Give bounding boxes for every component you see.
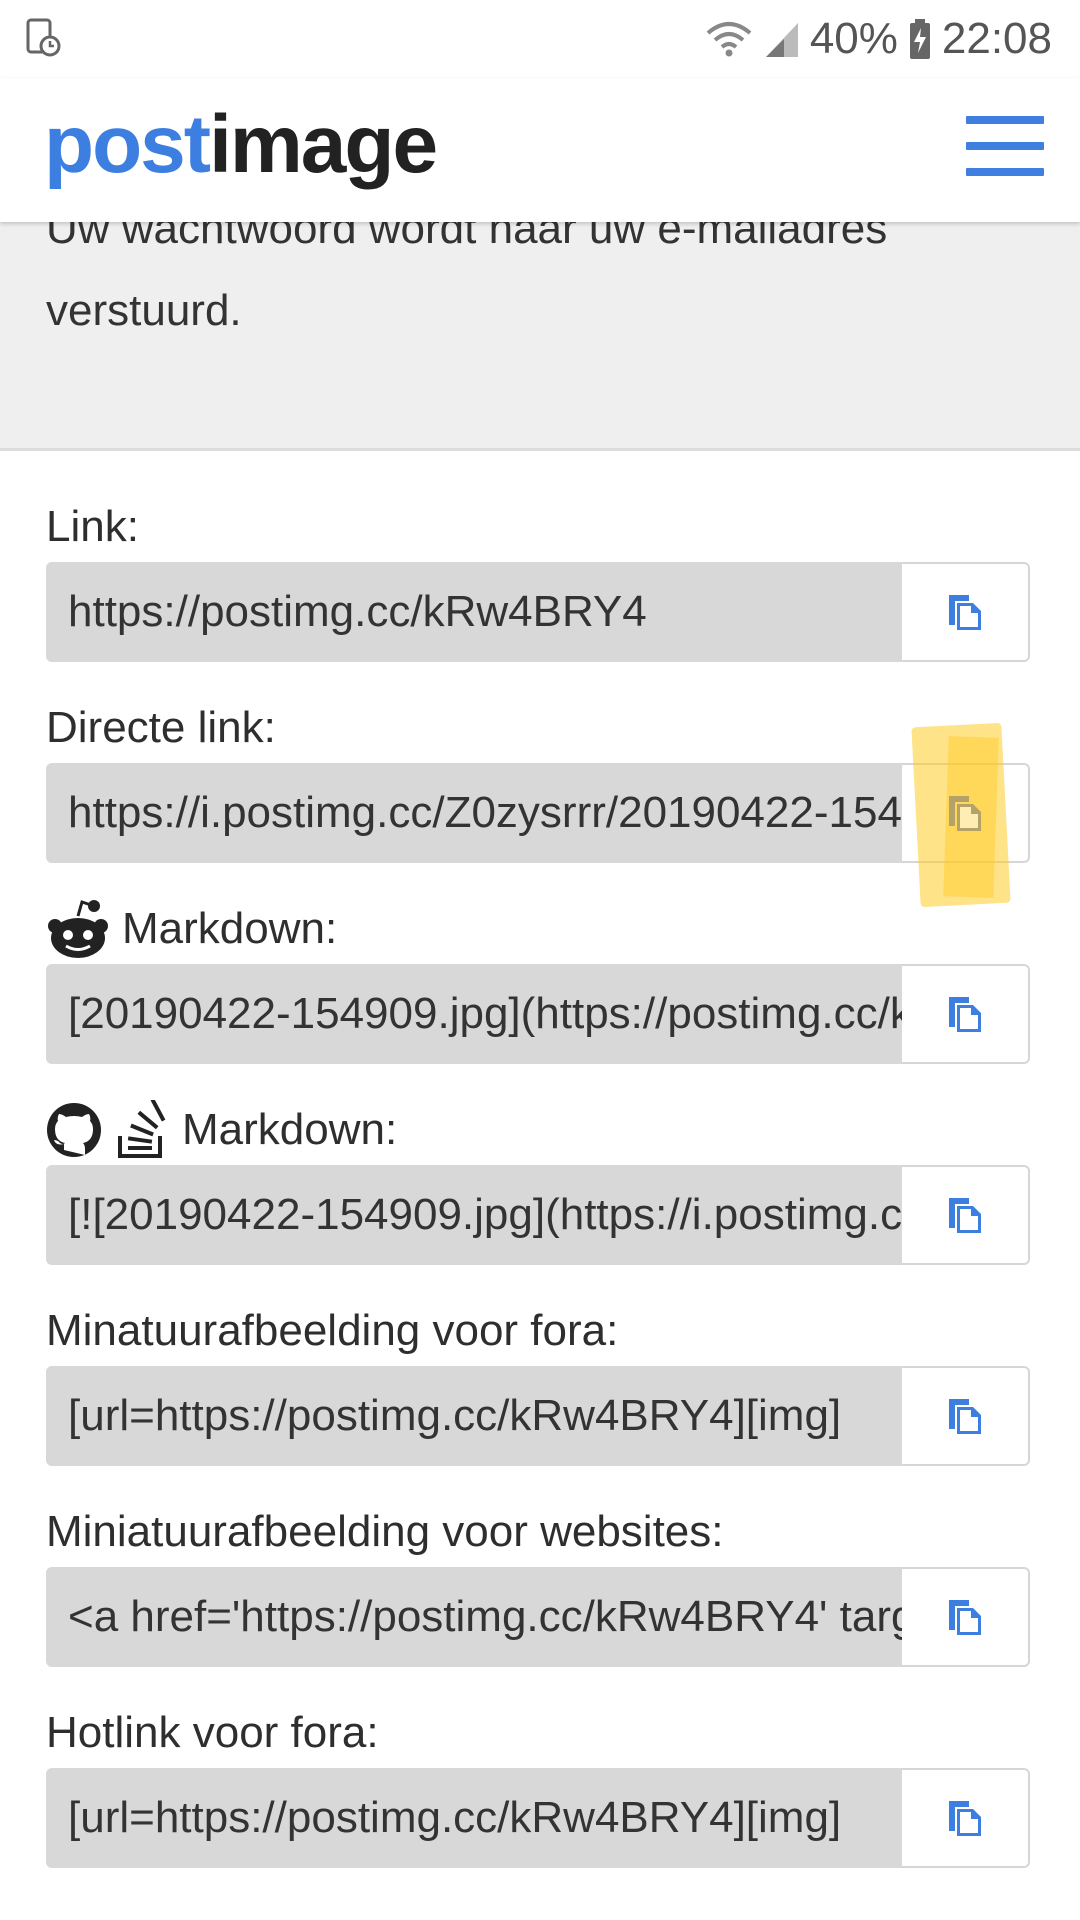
logo-image: image [209, 99, 438, 190]
direct-link-input[interactable]: https://i.postimg.cc/Z0zysrrr/20190422-1… [46, 763, 902, 863]
input-group: [20190422-154909.jpg](https://postimg.cc… [46, 964, 1030, 1064]
github-icon [47, 1103, 101, 1157]
hamburger-menu-icon[interactable] [966, 116, 1046, 178]
hotlink-forum-input[interactable]: [url=https://postimg.cc/kRw4BRY4][img] [46, 1768, 902, 1868]
link-input[interactable]: https://postimg.cc/kRw4BRY4 [46, 562, 902, 662]
field-label: Miniatuurafbeelding voor websites: [46, 1507, 724, 1556]
site-header: postimage [0, 78, 1080, 222]
wifi-icon [706, 22, 752, 57]
field-direct-link: Directe link: https://i.postimg.cc/Z0zys… [46, 693, 1030, 908]
input-group: https://postimg.cc/kRw4BRY4 [46, 562, 1030, 662]
battery-charging-icon [909, 19, 930, 59]
status-right: 40% 22:08 [704, 10, 1052, 68]
reddit-markdown-input[interactable]: [20190422-154909.jpg](https://postimg.cc… [46, 964, 902, 1064]
copy-button[interactable] [902, 964, 1030, 1064]
field-reddit-markdown: Markdown: [20190422-154909.jpg](https://… [46, 894, 1030, 1064]
notice-line-2: verstuurd. [46, 286, 242, 335]
input-group: https://i.postimg.cc/Z0zysrrr/20190422-1… [46, 722, 1030, 908]
field-label: Minatuurafbeelding voor fora: [46, 1306, 619, 1355]
copy-button[interactable] [902, 1768, 1030, 1868]
field-label: Markdown: [46, 1095, 1030, 1165]
copy-button[interactable] [902, 1165, 1030, 1265]
copy-icon [949, 1399, 981, 1434]
reddit-icon [48, 900, 108, 958]
postimage-logo[interactable]: postimage [44, 104, 438, 186]
status-bar: 40% 22:08 [0, 0, 1080, 78]
field-thumbnail-forum: Minatuurafbeelding voor fora: [url=https… [46, 1296, 1030, 1466]
input-group: <a href='https://postimg.cc/kRw4BRY4' ta… [46, 1567, 1030, 1667]
copy-icon [949, 796, 981, 831]
thumbnail-forum-input[interactable]: [url=https://postimg.cc/kRw4BRY4][img] [46, 1366, 902, 1466]
battery-percent: 40% [809, 14, 898, 63]
logo-post: post [44, 99, 211, 190]
field-label: Link: [46, 502, 139, 551]
screen: 40% 22:08 postimage Uw wachtwoord wordt … [0, 0, 1080, 1920]
github-markdown-input[interactable]: [![20190422-154909.jpg](https://i.postim… [46, 1165, 902, 1265]
input-group: [![20190422-154909.jpg](https://i.postim… [46, 1165, 1030, 1265]
input-group: [url=https://postimg.cc/kRw4BRY4][img] [46, 1768, 1030, 1868]
field-label: Hotlink voor fora: [46, 1708, 379, 1757]
field-hotlink-forum: Hotlink voor fora: [url=https://postimg.… [46, 1698, 1030, 1868]
password-notice: Uw wachtwoord wordt naar uw e-mailadres … [0, 204, 1080, 451]
screenshot-icon [24, 18, 64, 58]
copy-icon [949, 1600, 981, 1635]
copy-button[interactable] [902, 722, 1030, 908]
signal-icon [765, 23, 798, 57]
clock: 22:08 [941, 14, 1052, 63]
link-fields: Link: https://postimg.cc/kRw4BRY4 Direct… [46, 492, 1030, 1899]
field-label: Markdown: [46, 894, 1030, 964]
field-github-markdown: Markdown: [![20190422-154909.jpg](https:… [46, 1095, 1030, 1265]
copy-icon [949, 1198, 981, 1233]
copy-icon [949, 595, 981, 630]
copy-button[interactable] [902, 1567, 1030, 1667]
field-thumbnail-website: Miniatuurafbeelding voor websites: <a hr… [46, 1497, 1030, 1667]
stackoverflow-icon [118, 1100, 166, 1158]
copy-icon [949, 997, 981, 1032]
field-link: Link: https://postimg.cc/kRw4BRY4 [46, 492, 1030, 662]
copy-button[interactable] [902, 1366, 1030, 1466]
field-label: Directe link: [46, 703, 276, 752]
copy-icon [949, 1801, 981, 1836]
thumbnail-website-input[interactable]: <a href='https://postimg.cc/kRw4BRY4' ta… [46, 1567, 902, 1667]
copy-button[interactable] [902, 562, 1030, 662]
input-group: [url=https://postimg.cc/kRw4BRY4][img] [46, 1366, 1030, 1466]
